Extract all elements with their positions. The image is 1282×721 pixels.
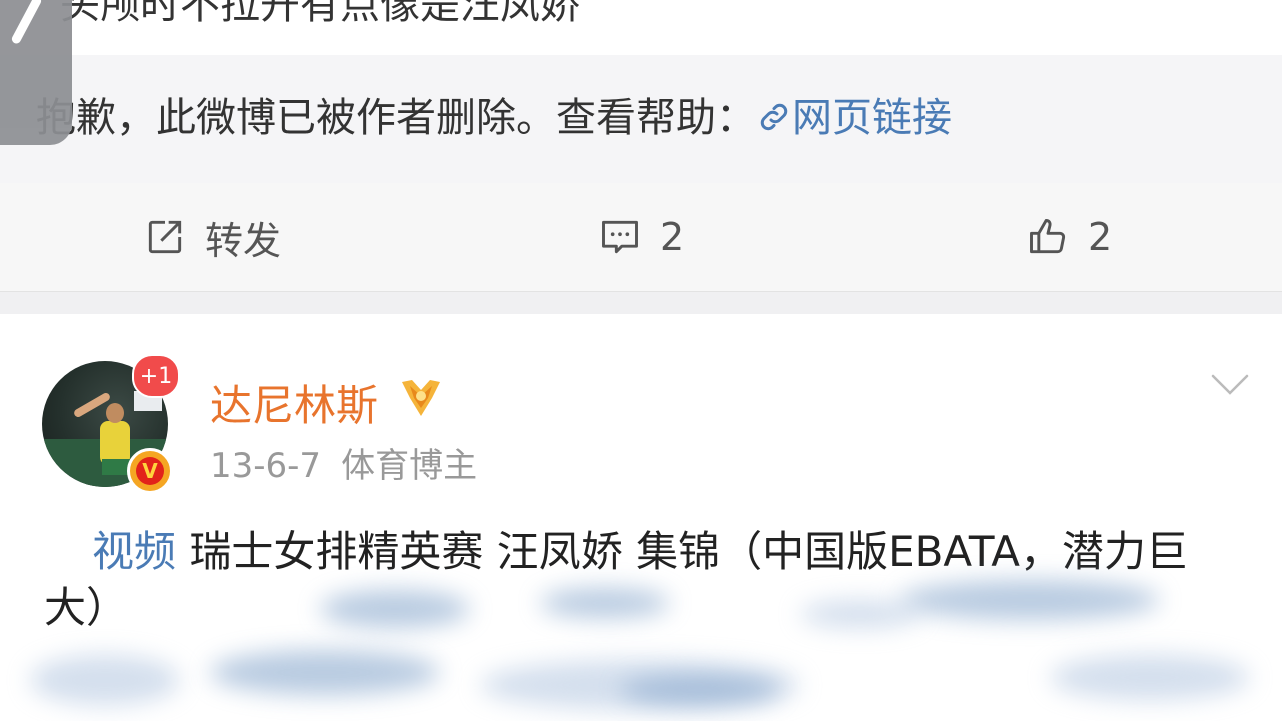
chevron-down-icon[interactable] <box>1210 372 1250 398</box>
post-date: 13-6-7 <box>210 446 322 486</box>
action-bar: 转发 2 2 <box>0 183 1282 292</box>
comment-count: 2 <box>660 215 685 259</box>
comment-icon <box>602 220 638 254</box>
comment-button[interactable]: 2 <box>598 213 684 261</box>
back-button[interactable] <box>0 0 72 145</box>
repost-icon <box>148 220 182 254</box>
previous-post-text-strip: 头颅时不拉开有点像是汪凤娇 <box>0 0 1282 55</box>
web-link-label: 网页链接 <box>792 95 952 141</box>
like-icon <box>1030 219 1066 254</box>
like-button[interactable]: 2 <box>1026 213 1112 261</box>
user-category: 体育博主 <box>341 446 478 486</box>
video-tag-link[interactable]: 视频 <box>92 527 176 576</box>
previous-post-text: 头颅时不拉开有点像是汪凤娇 <box>60 0 580 28</box>
repost-label: 转发 <box>205 218 282 263</box>
verified-icon: V <box>127 448 173 494</box>
repost-button[interactable]: 转发 <box>143 213 281 263</box>
web-link[interactable]: 网页链接 <box>756 95 952 141</box>
avatar-notification-badge: +1 <box>132 354 180 398</box>
deleted-message: 抱歉，此微博已被作者删除。查看帮助： <box>36 95 756 141</box>
medal-icon <box>402 380 440 416</box>
like-count: 2 <box>1088 215 1113 259</box>
feed-divider <box>0 292 1282 314</box>
post-text: 瑞士女排精英赛 汪凤娇 集锦（中国版EBATA，潜力巨大） <box>44 527 1189 632</box>
link-icon <box>760 103 788 131</box>
username[interactable]: 达尼林斯 <box>210 372 378 433</box>
post-meta: 13-6-7 体育博主 <box>210 438 477 487</box>
deleted-notice: 抱歉，此微博已被作者删除。查看帮助： 网页链接 <box>0 55 1282 183</box>
back-icon <box>10 0 43 46</box>
post-content: 视频 瑞士女排精英赛 汪凤娇 集锦（中国版EBATA，潜力巨大） <box>44 524 1244 636</box>
verified-badge: V <box>136 457 164 485</box>
feed-post: +1 V 达尼林斯 13-6-7 体育博主 视频 瑞士女排精英赛 汪凤娇 集锦（中… <box>0 314 1282 721</box>
